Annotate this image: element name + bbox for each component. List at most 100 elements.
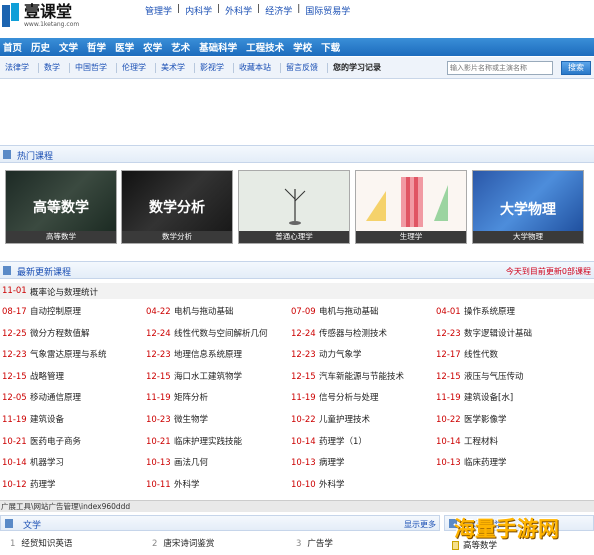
sub-nav: 法律学 数学 中国哲学 伦理学 美术学 影视学 收藏本站 留言反馈 您的学习记录… — [0, 57, 594, 79]
course-link[interactable]: 11-19 建筑设备 — [2, 413, 64, 425]
course-link[interactable]: 10-21 医药电子商务 — [2, 435, 81, 447]
course-link[interactable]: 12-25 微分方程数值解 — [2, 327, 90, 339]
course-link[interactable]: 10-22 儿童护理技术 — [291, 413, 370, 425]
nav-item[interactable]: 哲学 — [84, 40, 112, 54]
course-row: 08-17 自动控制原理 04-22 电机与拖动基础 07-09 电机与拖动基础 04… — [0, 305, 594, 327]
subnav-item[interactable]: 伦理学 — [117, 62, 156, 73]
learning-record-link[interactable]: 您的学习记录 — [328, 63, 386, 73]
subnav-item[interactable]: 法律学 — [0, 62, 39, 73]
course-link[interactable]: 12-23 动力气象学 — [291, 348, 362, 360]
course-card[interactable]: 生理学 — [355, 170, 467, 244]
list-item[interactable]: 3 广告学 — [296, 537, 333, 549]
literature-header: 文学 显示更多 — [0, 515, 440, 531]
hot-courses-title: 热门课程 — [17, 152, 54, 162]
subnav-item[interactable]: 影视学 — [195, 62, 234, 73]
course-thumbnail: 数学分析 — [122, 171, 232, 233]
featured-course-row[interactable]: 11-01 概率论与数理统计 — [0, 283, 594, 299]
course-caption: 普通心理学 — [239, 231, 349, 243]
course-link[interactable]: 04-22 电机与拖动基础 — [146, 305, 234, 317]
nav-item[interactable]: 艺术 — [168, 40, 196, 54]
course-link[interactable]: 11-19 信号分析与处理 — [291, 391, 379, 403]
course-link[interactable]: 12-15 战略管理 — [2, 370, 64, 382]
course-link[interactable]: 07-09 电机与拖动基础 — [291, 305, 379, 317]
course-link[interactable]: 12-15 海口水工建筑物学 — [146, 370, 242, 382]
course-row: 12-15 战略管理 12-15 海口水工建筑物学 12-15 汽车新能源与节能技术 … — [0, 370, 594, 392]
nav-item[interactable]: 基础科学 — [196, 40, 243, 54]
nav-item[interactable]: 医学 — [112, 40, 140, 54]
course-link[interactable]: 11-19 矩阵分析 — [146, 391, 208, 403]
course-link[interactable]: 10-14 机器学习 — [2, 456, 64, 468]
course-link[interactable]: 10-13 画法几何 — [146, 456, 208, 468]
nav-item[interactable]: 农学 — [140, 40, 168, 54]
section-icon — [3, 150, 11, 159]
search-button[interactable]: 搜索 — [561, 61, 591, 75]
course-link[interactable]: 10-14 药理学（1） — [291, 435, 367, 447]
membrane-diagram — [366, 177, 448, 227]
logo-icon — [2, 3, 20, 27]
subnav-item-feedback[interactable]: 留言反馈 — [281, 62, 328, 73]
course-link[interactable]: 10-13 临床药理学 — [436, 456, 507, 468]
course-link[interactable]: 10-23 微生物学 — [146, 413, 208, 425]
course-card[interactable]: 普通心理学 — [238, 170, 350, 244]
list-item[interactable]: 1 经贸知识英语 — [10, 537, 72, 549]
course-link[interactable]: 12-23 气象雷达原理与系统 — [2, 348, 107, 360]
course-link[interactable]: 10-22 医学影像学 — [436, 413, 507, 425]
course-link[interactable]: 12-05 移动通信原理 — [2, 391, 81, 403]
site-logo[interactable]: 壹课堂 www.1ketang.com — [2, 3, 79, 29]
course-link[interactable]: 04-01 操作系统原理 — [436, 305, 515, 317]
nav-item-download[interactable]: 下载 — [318, 40, 346, 54]
update-count-note: 今天到目前更新0部课程 — [505, 267, 591, 276]
top-link[interactable]: 国际贸易学 — [305, 4, 350, 17]
course-row: 12-25 微分方程数值解 12-24 线性代数与空间解析几何 12-24 传感器与检… — [0, 327, 594, 349]
watermark-logo: 海量手游网 — [454, 517, 559, 541]
nav-item[interactable]: 工程技术 — [243, 40, 290, 54]
course-link[interactable]: 12-23 数字逻辑设计基础 — [436, 327, 532, 339]
top-link[interactable]: 经济学 — [265, 4, 292, 17]
course-thumb-title: 大学物理 — [500, 202, 556, 218]
course-link[interactable]: 10-12 药理学 — [2, 478, 56, 490]
subnav-item[interactable]: 美术学 — [156, 62, 195, 73]
course-link[interactable]: 08-17 自动控制原理 — [2, 305, 81, 317]
course-thumbnail: 高等数学 — [6, 171, 116, 233]
show-more-link[interactable]: 显示更多 — [404, 519, 436, 530]
course-thumb-title: 高等数学 — [33, 200, 89, 216]
course-thumbnail — [239, 171, 349, 233]
course-link[interactable]: 11-19 建筑设备[水] — [436, 391, 513, 403]
nav-item[interactable]: 文学 — [56, 40, 84, 54]
course-link[interactable]: 10-14 工程材料 — [436, 435, 498, 447]
course-card[interactable]: 高等数学 高等数学 — [5, 170, 117, 244]
nav-item[interactable]: 历史 — [28, 40, 56, 54]
top-links: 管理学 | 内科学 | 外科学 | 经济学 | 国际贸易学 — [145, 4, 351, 17]
course-link[interactable]: 10-10 外科学 — [291, 478, 345, 490]
list-item[interactable]: 2 唐宋诗词鉴赏 — [152, 537, 214, 549]
course-link[interactable]: 12-23 地理信息系统原理 — [146, 348, 242, 360]
course-thumbnail — [356, 171, 466, 233]
top-link[interactable]: 管理学 — [145, 4, 172, 17]
nav-item-home[interactable]: 首页 — [0, 40, 28, 54]
course-row: 10-21 医药电子商务 10-21 临床护理实践技能 10-14 药理学（1） 10… — [0, 435, 594, 457]
top-link[interactable]: 内科学 — [185, 4, 212, 17]
course-link[interactable]: 10-21 临床护理实践技能 — [146, 435, 242, 447]
subnav-item-bookmark[interactable]: 收藏本站 — [234, 62, 281, 73]
course-caption: 大学物理 — [473, 231, 583, 243]
course-row: 10-14 机器学习 10-13 画法几何 10-13 病理学 10-13 临床药理学 — [0, 456, 594, 478]
course-link[interactable]: 12-15 汽车新能源与节能技术 — [291, 370, 404, 382]
course-row: 10-12 药理学 10-11 外科学 10-10 外科学 — [0, 478, 594, 500]
course-thumb-title: 数学分析 — [149, 200, 205, 216]
nav-item[interactable]: 学校 — [290, 40, 318, 54]
subnav-item[interactable]: 中国哲学 — [70, 62, 117, 73]
course-card[interactable]: 数学分析 数学分析 — [121, 170, 233, 244]
course-link[interactable]: 10-13 病理学 — [291, 456, 345, 468]
course-link[interactable]: 12-24 传感器与检测技术 — [291, 327, 387, 339]
top-link[interactable]: 外科学 — [225, 4, 252, 17]
search-input[interactable] — [447, 61, 553, 75]
course-link[interactable]: 12-17 线性代数 — [436, 348, 498, 360]
section-icon — [3, 266, 11, 275]
course-card[interactable]: 大学物理 大学物理 — [472, 170, 584, 244]
header: 壹课堂 www.1ketang.com 管理学 | 内科学 | 外科学 | 经济学 | … — [0, 0, 594, 38]
course-link[interactable]: 10-11 外科学 — [146, 478, 200, 490]
subnav-item[interactable]: 数学 — [39, 62, 70, 73]
logo-title: 壹课堂 — [24, 2, 73, 21]
course-link[interactable]: 12-15 液压与气压传动 — [436, 370, 524, 382]
course-link[interactable]: 12-24 线性代数与空间解析几何 — [146, 327, 268, 339]
